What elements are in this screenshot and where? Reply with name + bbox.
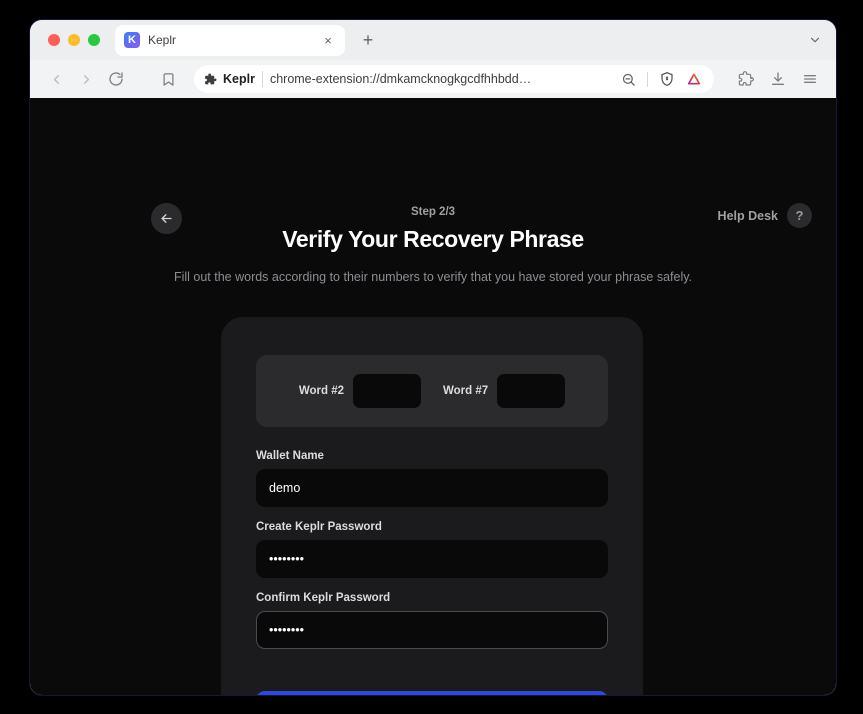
address-bar[interactable]: Keplr chrome-extension://dmkamcknogkgcdf… [194, 65, 714, 93]
confirm-password-field-block: Confirm Keplr Password [256, 592, 608, 649]
window-minimize-button[interactable] [68, 34, 80, 46]
bookmark-icon[interactable] [154, 65, 182, 93]
extensions-puzzle-icon [204, 73, 217, 86]
word-input-2[interactable] [353, 374, 421, 408]
create-password-label: Create Keplr Password [256, 521, 382, 533]
extension-origin-badge: Keplr [204, 72, 255, 86]
browser-tab-keplr[interactable]: K Keplr × [115, 24, 345, 56]
help-desk-link[interactable]: Help Desk ? [718, 203, 812, 228]
verify-recovery-form-card: Word #2 Word #7 Wallet Name Create Keplr… [221, 317, 643, 695]
window-traffic-lights [40, 34, 110, 46]
toolbar-right-actions [732, 65, 824, 93]
wallet-name-input[interactable] [256, 469, 608, 507]
left-arrow-icon [159, 211, 174, 226]
browser-toolbar: Keplr chrome-extension://dmkamcknogkgcdf… [30, 60, 836, 98]
address-bar-url: chrome-extension://dmkamcknogkgcdfhhbdd… [269, 72, 532, 86]
next-button[interactable]: Next [256, 691, 608, 695]
create-password-field-block: Create Keplr Password [256, 521, 608, 578]
word-verification-panel: Word #2 Word #7 [256, 355, 608, 427]
close-icon[interactable]: × [320, 32, 336, 48]
word-label: Word #2 [298, 385, 344, 397]
page-title: Verify Your Recovery Phrase [282, 226, 584, 252]
browser-tab-title: Keplr [148, 33, 177, 47]
chevron-down-icon[interactable] [808, 33, 822, 47]
word-label: Word #7 [443, 385, 489, 397]
wallet-name-label: Wallet Name [256, 450, 324, 462]
back-arrow-icon[interactable] [42, 65, 70, 93]
confirm-password-input[interactable] [256, 611, 608, 649]
brave-leo-icon[interactable] [684, 69, 704, 89]
back-button[interactable] [151, 203, 182, 234]
browser-tab-strip: K Keplr × + [30, 20, 836, 60]
extensions-puzzle-icon[interactable] [732, 65, 760, 93]
hamburger-menu-icon[interactable] [796, 65, 824, 93]
confirm-password-label: Confirm Keplr Password [256, 592, 391, 604]
word-entry-group: Word #7 [443, 374, 566, 408]
step-indicator: Step 2/3 [410, 206, 456, 218]
zoom-out-icon[interactable] [618, 69, 638, 89]
forward-arrow-icon[interactable] [72, 65, 100, 93]
wallet-name-field-block: Wallet Name [256, 450, 608, 507]
keplr-onboarding-page: Help Desk ? Step 2/3 Verify Your Recover… [30, 98, 836, 695]
omnibox-icon-separator [647, 71, 648, 87]
browser-window: K Keplr × + Keplr chrome-extension://dmk… [30, 20, 836, 695]
question-mark-icon[interactable]: ? [787, 203, 812, 228]
extension-name: Keplr [223, 72, 255, 86]
keplr-favicon-icon: K [124, 32, 140, 48]
downloads-icon[interactable] [764, 65, 792, 93]
new-tab-button[interactable]: + [355, 27, 381, 53]
window-maximize-button[interactable] [88, 34, 100, 46]
page-subtitle: Fill out the words according to their nu… [173, 270, 693, 284]
brave-shield-icon[interactable] [657, 69, 677, 89]
omnibox-divider [261, 71, 263, 87]
window-close-button[interactable] [48, 34, 60, 46]
reload-icon[interactable] [102, 65, 130, 93]
word-entry-group: Word #2 [299, 374, 421, 408]
word-input-7[interactable] [497, 374, 566, 408]
create-password-input[interactable] [256, 540, 608, 578]
help-desk-label: Help Desk [717, 208, 778, 223]
